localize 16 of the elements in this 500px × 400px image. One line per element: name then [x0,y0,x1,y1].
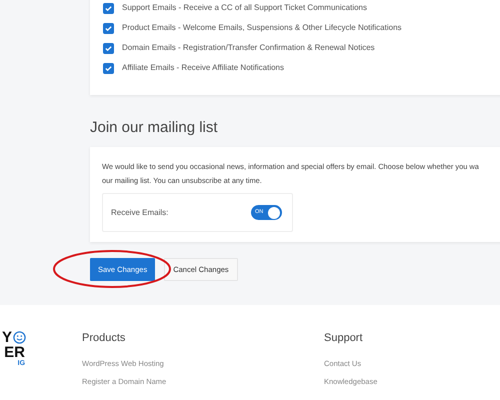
checkbox[interactable] [103,2,114,14]
checkbox[interactable] [103,22,114,34]
checkbox-label: Affiliate Emails - Receive Affiliate Notifications [122,62,284,74]
checkbox-label: Domain Emails - Registration/Transfer Confirmation & Renewal Notices [122,42,375,54]
checkbox[interactable] [103,42,114,54]
checkbox-label: Product Emails - Welcome Emails, Suspensions & Other Lifecycle Notifications [122,22,402,34]
checkbox[interactable] [103,62,114,74]
logo-text: Y [2,330,12,345]
footer-heading: Support [324,331,364,346]
footer-heading: Products [82,331,126,346]
checkbox-label: Support Emails - Receive a CC of all Support Ticket Communications [122,2,367,14]
toggle-label: Receive Emails: [111,206,168,218]
toggle-knob [268,206,280,218]
logo-text: ER [4,345,26,360]
section-heading: Join our mailing list [90,118,218,138]
smiley-icon [13,331,26,344]
